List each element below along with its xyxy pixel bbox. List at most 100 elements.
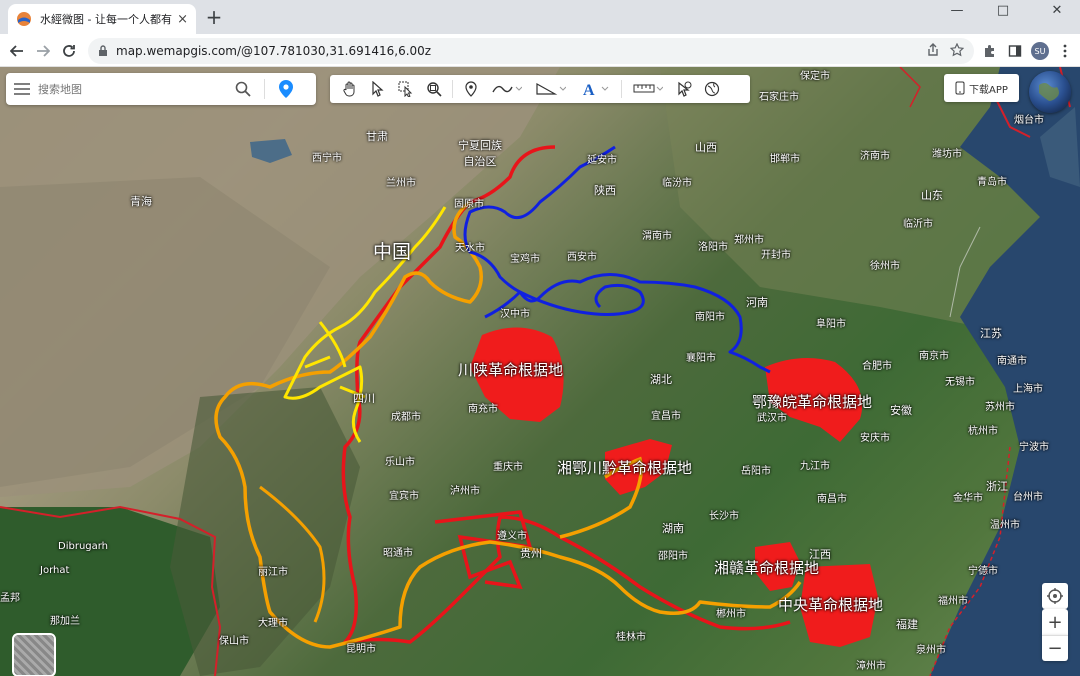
city-label: 西宁市 bbox=[312, 153, 342, 164]
measure-icon[interactable] bbox=[626, 76, 670, 102]
pan-hand-icon[interactable] bbox=[336, 76, 364, 102]
zoom-box-icon[interactable] bbox=[420, 76, 448, 102]
select-multi-icon[interactable] bbox=[392, 76, 420, 102]
map-canvas[interactable]: 中国 川陕革命根据地 鄂豫皖革命根据地 湘鄂川黔革命根据地 湘赣革命根据地 中央… bbox=[0, 67, 1080, 676]
city-label: 邯郸市 bbox=[770, 154, 800, 165]
province-label: 宁夏回族自治区 bbox=[458, 139, 502, 168]
polygon-icon[interactable] bbox=[529, 76, 573, 102]
city-label: 武汉市 bbox=[757, 413, 787, 424]
city-label: 丽江市 bbox=[258, 567, 288, 578]
route-orange bbox=[214, 200, 802, 649]
city-label: 固原市 bbox=[454, 199, 484, 210]
text-icon[interactable]: A bbox=[573, 76, 617, 102]
city-label: 临汾市 bbox=[662, 178, 692, 189]
city-label: 延安市 bbox=[587, 155, 617, 166]
site-favicon-icon bbox=[17, 12, 31, 26]
search-input[interactable] bbox=[38, 82, 228, 96]
city-label: 九江市 bbox=[800, 461, 830, 472]
basemap-switcher[interactable] bbox=[12, 633, 56, 676]
close-window-button[interactable]: ✕ bbox=[1034, 0, 1080, 24]
share-icon[interactable] bbox=[926, 43, 940, 57]
url-text: map.wemapgis.com/@107.781030,31.691416,6… bbox=[116, 44, 432, 58]
city-label: 那加兰 bbox=[50, 616, 80, 627]
city-label: 邵阳市 bbox=[658, 551, 688, 562]
city-label: 徐州市 bbox=[870, 261, 900, 272]
back-button[interactable] bbox=[4, 38, 30, 64]
city-label: 天水市 bbox=[455, 243, 485, 254]
city-label: 青岛市 bbox=[977, 177, 1007, 188]
marker-icon[interactable] bbox=[457, 76, 485, 102]
city-label: 襄阳市 bbox=[686, 353, 716, 364]
side-panel-icon bbox=[1008, 45, 1022, 57]
province-label: 江西 bbox=[809, 548, 831, 561]
globe-view-toggle[interactable] bbox=[1029, 71, 1071, 113]
download-app-button[interactable]: 下载APP bbox=[944, 74, 1019, 102]
tab-close-icon[interactable]: × bbox=[177, 12, 188, 27]
new-tab-button[interactable]: + bbox=[203, 7, 225, 29]
city-label: 大理市 bbox=[258, 618, 288, 629]
city-label: 成都市 bbox=[391, 412, 421, 423]
kebab-menu-icon bbox=[1063, 44, 1067, 58]
city-label: 济南市 bbox=[860, 151, 890, 162]
tab-bar: 水經微图 - 让每一个人都有自己 × + — □ ✕ bbox=[0, 0, 1080, 34]
city-label: 阜阳市 bbox=[816, 319, 846, 330]
location-pin-icon[interactable] bbox=[271, 73, 301, 105]
bookmark-star-icon[interactable] bbox=[950, 43, 964, 57]
search-icon[interactable] bbox=[228, 73, 258, 105]
city-label: 长沙市 bbox=[709, 511, 739, 522]
city-label: 孟邦 bbox=[0, 593, 20, 604]
forward-button[interactable] bbox=[30, 38, 56, 64]
extensions-button[interactable] bbox=[980, 41, 1000, 61]
select-arrow-icon[interactable] bbox=[364, 76, 392, 102]
maximize-button[interactable]: □ bbox=[980, 0, 1026, 24]
base-label-chuanshan: 川陕革命根据地 bbox=[458, 361, 564, 379]
city-label: 保定市 bbox=[800, 71, 830, 82]
browser-menu-button[interactable] bbox=[1055, 41, 1075, 61]
city-label: 渭南市 bbox=[642, 231, 672, 242]
menu-icon[interactable] bbox=[6, 73, 38, 105]
profile-avatar[interactable]: SU bbox=[1031, 42, 1049, 60]
city-label: 临沂市 bbox=[903, 219, 933, 230]
address-bar[interactable]: map.wemapgis.com/@107.781030,31.691416,6… bbox=[88, 38, 974, 64]
city-label: 泸州市 bbox=[450, 486, 480, 497]
download-app-label: 下载APP bbox=[969, 84, 1008, 96]
base-label-xianggan: 湘赣革命根据地 bbox=[714, 559, 820, 577]
city-label: 南昌市 bbox=[817, 494, 847, 505]
map-search-box bbox=[6, 73, 316, 105]
province-label: 山东 bbox=[921, 189, 943, 202]
province-label: 福建 bbox=[896, 618, 918, 631]
city-label: 保山市 bbox=[219, 636, 249, 647]
info-pointer-icon[interactable] bbox=[670, 76, 698, 102]
city-label: Dibrugarh bbox=[58, 541, 109, 552]
polyline-icon[interactable] bbox=[485, 76, 529, 102]
province-label: 江苏 bbox=[980, 327, 1002, 340]
province-label: 湖南 bbox=[662, 522, 684, 535]
province-label: 湖北 bbox=[650, 373, 672, 386]
svg-text:A: A bbox=[583, 82, 595, 97]
base-label-xiangechuanqian: 湘鄂川黔革命根据地 bbox=[557, 459, 693, 477]
compass-button[interactable] bbox=[1042, 583, 1068, 609]
city-label: 南充市 bbox=[468, 404, 498, 415]
country-label: 中国 bbox=[373, 241, 412, 263]
side-panel-button[interactable] bbox=[1005, 41, 1025, 61]
tool-divider bbox=[621, 80, 622, 98]
city-label: 南通市 bbox=[997, 356, 1027, 367]
reload-button[interactable] bbox=[56, 38, 82, 64]
zoom-in-button[interactable]: + bbox=[1042, 609, 1068, 635]
city-label: 温州市 bbox=[990, 520, 1020, 531]
minimize-button[interactable]: — bbox=[934, 0, 980, 24]
city-label: 遵义市 bbox=[497, 531, 527, 542]
city-label: 福州市 bbox=[938, 596, 968, 607]
city-label: 重庆市 bbox=[493, 462, 523, 473]
city-label: 桂林市 bbox=[616, 632, 646, 643]
zoom-out-button[interactable]: − bbox=[1042, 635, 1068, 661]
browser-toolbar: map.wemapgis.com/@107.781030,31.691416,6… bbox=[0, 34, 1080, 67]
active-tab[interactable]: 水經微图 - 让每一个人都有自己 × bbox=[8, 4, 196, 34]
back-arrow-icon bbox=[10, 45, 23, 57]
city-label: 金华市 bbox=[953, 493, 983, 504]
city-label: 杭州市 bbox=[968, 426, 998, 437]
globe-tool-icon[interactable] bbox=[698, 76, 726, 102]
puzzle-icon bbox=[985, 45, 994, 57]
city-label: 苏州市 bbox=[985, 402, 1015, 413]
city-label: 洛阳市 bbox=[698, 242, 728, 253]
